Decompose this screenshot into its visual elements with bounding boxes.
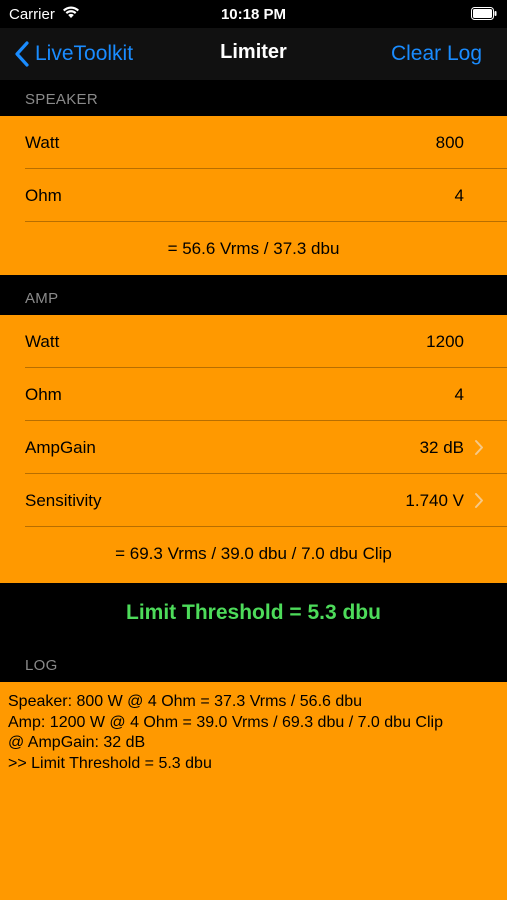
amp-ohm-label: Ohm xyxy=(25,385,62,404)
speaker-result: = 56.6 Vrms / 37.3 dbu xyxy=(167,239,340,258)
amp-result: = 69.3 Vrms / 39.0 dbu / 7.0 dbu Clip xyxy=(115,544,392,563)
amp-ohm-row[interactable]: Ohm 4 xyxy=(0,368,507,421)
section-header-label: AMP xyxy=(25,290,59,307)
back-button[interactable]: LiveToolkit xyxy=(14,40,133,68)
amp-gain-label: AmpGain xyxy=(25,438,96,457)
clock: 10:18 PM xyxy=(220,6,287,23)
amp-result-row: = 69.3 Vrms / 39.0 dbu / 7.0 dbu Clip xyxy=(0,527,507,583)
log-text-area[interactable]: Speaker: 800 W @ 4 Ohm = 37.3 Vrms / 56.… xyxy=(0,682,507,900)
section-header-speaker: SPEAKER xyxy=(0,80,507,116)
speaker-result-row: = 56.6 Vrms / 37.3 dbu xyxy=(0,222,507,275)
log-line: >> Limit Threshold = 5.3 dbu xyxy=(8,754,212,772)
back-button-label: LiveToolkit xyxy=(35,42,134,65)
amp-gain-row[interactable]: AmpGain 32 dB xyxy=(0,421,507,474)
status-bar: Carrier 10:18 PM xyxy=(0,0,507,28)
clear-log-button[interactable]: Clear Log xyxy=(391,42,482,66)
section-header-label: LOG xyxy=(25,657,58,674)
section-header-label: SPEAKER xyxy=(25,91,98,108)
section-header-log: LOG xyxy=(0,646,507,682)
amp-watt-row[interactable]: Watt 1200 xyxy=(0,315,507,368)
amp-gain-value: 32 dB xyxy=(419,438,464,457)
log-line: @ AmpGain: 32 dB xyxy=(8,734,146,751)
navigation-bar: LiveToolkit Limiter Clear Log xyxy=(0,28,507,80)
chevron-right-icon xyxy=(475,440,483,455)
speaker-watt-value[interactable]: 800 xyxy=(436,133,464,153)
battery-icon xyxy=(471,7,497,20)
speaker-group: Watt 800 Ohm 4 = 56.6 Vrms / 37.3 dbu xyxy=(0,116,507,275)
speaker-watt-label: Watt xyxy=(25,133,60,152)
speaker-ohm-value[interactable]: 4 xyxy=(455,186,464,206)
speaker-watt-row[interactable]: Watt 800 xyxy=(0,116,507,169)
speaker-ohm-row[interactable]: Ohm 4 xyxy=(0,169,507,222)
log-line: Speaker: 800 W @ 4 Ohm = 37.3 Vrms / 56.… xyxy=(8,693,363,710)
amp-group: Watt 1200 Ohm 4 AmpGain 32 dB Sensitivit… xyxy=(0,315,507,583)
chevron-right-icon xyxy=(475,493,483,508)
limit-threshold: Limit Threshold = 5.3 dbu xyxy=(0,584,507,642)
speaker-ohm-label: Ohm xyxy=(25,186,62,205)
section-header-amp: AMP xyxy=(0,279,507,315)
amp-watt-value[interactable]: 1200 xyxy=(426,332,464,352)
amp-sensitivity-value: 1.740 V xyxy=(405,491,464,510)
chevron-left-icon xyxy=(15,41,29,67)
amp-ohm-value[interactable]: 4 xyxy=(455,385,464,405)
log-line: Amp: 1200 W @ 4 Ohm = 39.0 Vrms / 69.3 d… xyxy=(8,713,443,731)
amp-sensitivity-label: Sensitivity xyxy=(25,491,102,510)
amp-sensitivity-row[interactable]: Sensitivity 1.740 V xyxy=(0,474,507,527)
amp-watt-label: Watt xyxy=(25,332,60,351)
